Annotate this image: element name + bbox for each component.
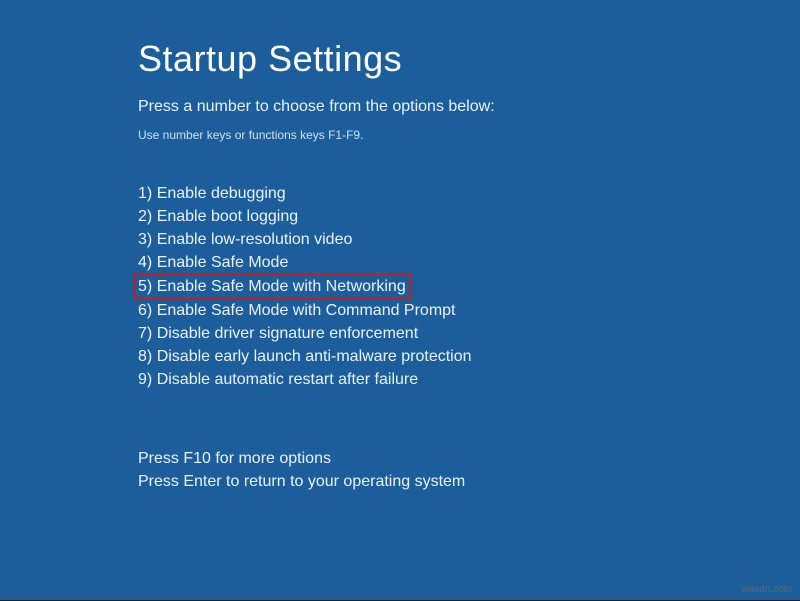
option-5[interactable]: 5) Enable Safe Mode with Networking <box>138 274 800 299</box>
option-label: Enable debugging <box>157 185 286 202</box>
hint-text: Use number keys or functions keys F1-F9. <box>138 128 800 142</box>
watermark: wsxdn.com <box>742 584 792 595</box>
option-label: Disable early launch anti-malware protec… <box>157 348 472 365</box>
footer: Press F10 for more options Press Enter t… <box>138 447 800 493</box>
option-7[interactable]: 7) Disable driver signature enforcement <box>138 322 800 345</box>
option-number: 5) <box>138 278 152 295</box>
option-label: Enable Safe Mode with Networking <box>157 278 406 295</box>
instruction-text: Press a number to choose from the option… <box>138 98 800 116</box>
option-1[interactable]: 1) Enable debugging <box>138 182 286 205</box>
option-number: 6) <box>138 302 152 319</box>
option-number: 4) <box>138 254 152 271</box>
option-label: Enable boot logging <box>157 208 298 225</box>
option-3[interactable]: 3) Enable low-resolution video <box>138 228 800 251</box>
option-number: 8) <box>138 348 152 365</box>
option-label: Enable Safe Mode <box>157 254 289 271</box>
return-hint: Press Enter to return to your operating … <box>138 470 800 493</box>
option-number: 3) <box>138 231 152 248</box>
option-label: Enable low-resolution video <box>157 231 353 248</box>
option-label: Disable automatic restart after failure <box>157 371 418 388</box>
option-2[interactable]: 2) Enable boot logging <box>138 205 800 228</box>
option-label: Disable driver signature enforcement <box>157 325 418 342</box>
more-options-hint: Press F10 for more options <box>138 447 800 470</box>
option-number: 7) <box>138 325 152 342</box>
option-number: 2) <box>138 208 152 225</box>
option-8[interactable]: 8) Disable early launch anti-malware pro… <box>138 345 800 368</box>
startup-settings-screen: Startup Settings Press a number to choos… <box>0 0 800 601</box>
option-6[interactable]: 6) Enable Safe Mode with Command Prompt <box>138 299 800 322</box>
boot-options-list: 1) Enable debugging 2) Enable boot loggi… <box>138 182 800 391</box>
option-9[interactable]: 9) Disable automatic restart after failu… <box>138 368 800 391</box>
option-4[interactable]: 4) Enable Safe Mode <box>138 251 800 274</box>
page-title: Startup Settings <box>138 38 800 80</box>
option-number: 9) <box>138 371 152 388</box>
option-label: Enable Safe Mode with Command Prompt <box>157 302 456 319</box>
option-number: 1) <box>138 185 152 202</box>
